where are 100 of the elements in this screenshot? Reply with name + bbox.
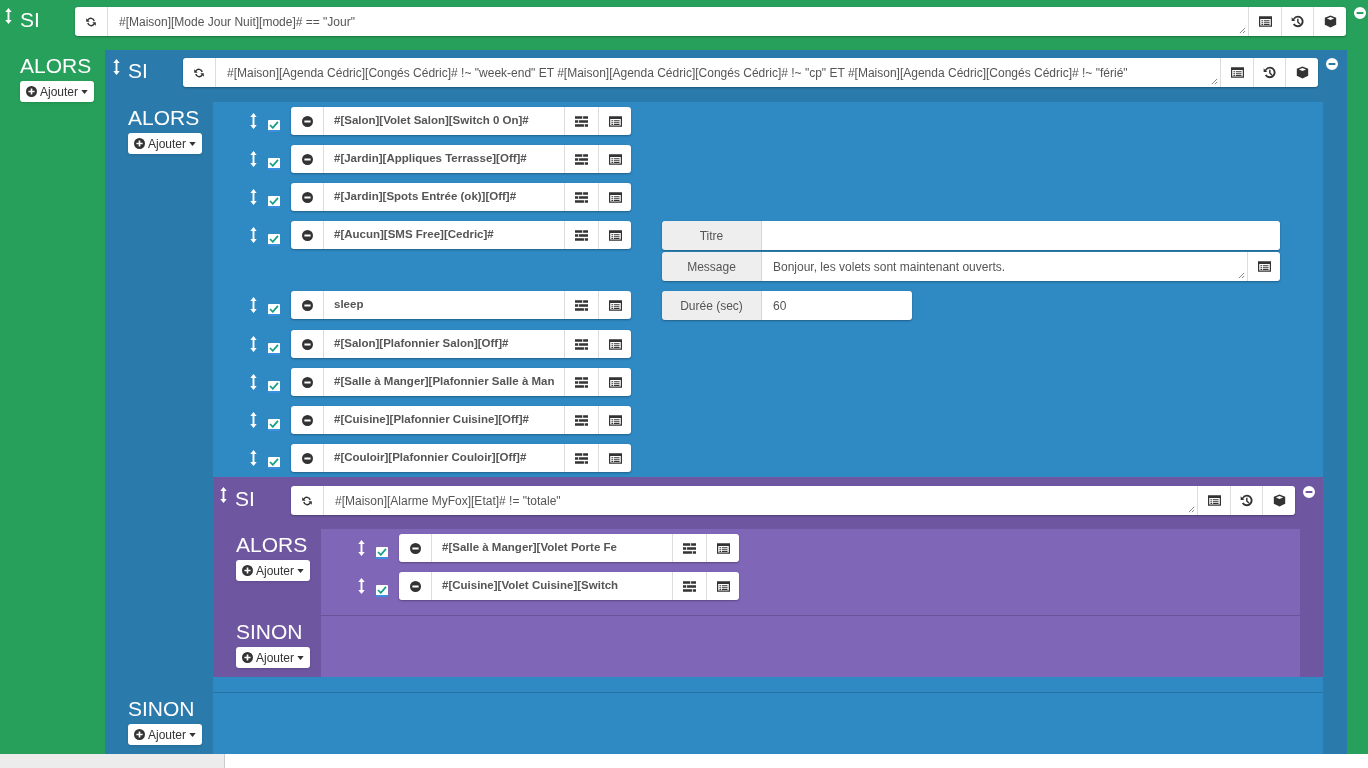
keyword-label: SI <box>235 486 255 512</box>
remove-button[interactable] <box>291 221 323 249</box>
checkbox[interactable] <box>268 381 280 393</box>
sliders-icon <box>575 452 588 464</box>
list-button[interactable] <box>598 330 631 358</box>
list-button[interactable] <box>1220 58 1253 87</box>
cube-button[interactable] <box>1285 58 1318 87</box>
options-button[interactable] <box>564 183 598 211</box>
history-button[interactable] <box>1230 486 1262 515</box>
list-icon <box>608 115 622 127</box>
command-field[interactable]: #[Jardin][Appliques Terrasse][Off]# <box>323 145 564 173</box>
list-button[interactable] <box>1247 252 1280 281</box>
remove-button[interactable] <box>291 291 323 319</box>
list-button[interactable] <box>1248 7 1281 36</box>
list-button[interactable] <box>598 107 631 135</box>
command-field[interactable]: #[Couloir][Plafonnier Couloir][Off]# <box>323 444 564 472</box>
list-icon <box>716 542 730 554</box>
sliders-icon <box>575 299 588 311</box>
history-icon <box>1240 494 1253 507</box>
resize-grip-icon <box>1211 78 1218 85</box>
checkbox[interactable] <box>268 196 280 208</box>
list-button[interactable] <box>598 221 631 249</box>
options-button[interactable] <box>564 330 598 358</box>
sliders-icon <box>575 115 588 127</box>
checkbox[interactable] <box>268 120 280 132</box>
list-button[interactable] <box>598 444 631 472</box>
remove-button[interactable] <box>399 534 431 562</box>
remove-button[interactable] <box>291 107 323 135</box>
field-label: Message <box>662 252 762 281</box>
list-icon <box>1258 16 1272 27</box>
options-button[interactable] <box>564 291 598 319</box>
remove-button[interactable] <box>291 183 323 211</box>
command-field[interactable]: #[Salle à Manger][Volet Porte Fe <box>431 534 672 562</box>
list-button[interactable] <box>598 406 631 434</box>
checkbox[interactable] <box>268 457 280 469</box>
command-field[interactable]: #[Aucun][SMS Free][Cedric]# <box>323 221 564 249</box>
remove-button[interactable] <box>399 572 431 600</box>
checkbox[interactable] <box>268 419 280 431</box>
command-field[interactable]: #[Salon][Plafonnier Salon][Off]# <box>323 330 564 358</box>
history-button[interactable] <box>1253 58 1285 87</box>
checkbox[interactable] <box>268 158 280 170</box>
add-button[interactable]: Ajouter <box>128 724 203 745</box>
list-button[interactable] <box>598 145 631 173</box>
options-button[interactable] <box>564 145 598 173</box>
command-field[interactable]: #[Salon][Volet Salon][Switch 0 On]# <box>323 107 564 135</box>
cube-icon <box>1295 66 1309 79</box>
list-icon <box>608 414 622 426</box>
checkbox[interactable] <box>376 547 388 559</box>
options-button[interactable] <box>564 368 598 396</box>
list-button[interactable] <box>598 183 631 211</box>
options-button[interactable] <box>564 107 598 135</box>
remove-button[interactable] <box>291 406 323 434</box>
add-button[interactable]: Ajouter <box>128 133 203 154</box>
command-field[interactable]: #[Cuisine][Plafonnier Cuisine][Off]# <box>323 406 564 434</box>
add-button[interactable]: Ajouter <box>236 560 311 581</box>
cube-button[interactable] <box>1262 486 1295 515</box>
caret-icon <box>81 89 89 94</box>
remove-button[interactable] <box>291 368 323 396</box>
drag-handle-icon <box>358 540 365 556</box>
remove-button[interactable] <box>291 444 323 472</box>
checkbox[interactable] <box>268 234 280 246</box>
options-button[interactable] <box>564 444 598 472</box>
condition-field[interactable]: #[Maison][Mode Jour Nuit][mode]# == "Jour" <box>119 12 355 31</box>
command-field[interactable]: #[Cuisine][Volet Cuisine][Switch <box>431 572 672 600</box>
options-button[interactable] <box>672 534 706 562</box>
drag-handle-icon <box>5 8 12 24</box>
history-icon <box>1291 15 1304 28</box>
remove-button[interactable] <box>291 330 323 358</box>
options-button[interactable] <box>564 406 598 434</box>
drag-handle-icon <box>250 151 257 167</box>
cube-button[interactable] <box>1313 7 1346 36</box>
refresh-button[interactable] <box>291 486 323 515</box>
command-field[interactable]: sleep <box>323 291 564 319</box>
list-icon <box>608 153 622 165</box>
add-button[interactable]: Ajouter <box>20 81 95 102</box>
list-button[interactable] <box>706 572 739 600</box>
refresh-button[interactable] <box>183 58 215 87</box>
list-button[interactable] <box>1197 486 1230 515</box>
drag-handle-icon <box>358 578 365 594</box>
message-field[interactable]: Bonjour, les volets sont maintenant ouverts. <box>762 252 1247 281</box>
history-button[interactable] <box>1281 7 1313 36</box>
options-button[interactable] <box>672 572 706 600</box>
options-button[interactable] <box>564 221 598 249</box>
command-field[interactable]: #[Salle à Manger][Plafonnier Salle à Man <box>323 368 564 396</box>
text-field[interactable]: 60 <box>762 291 912 320</box>
remove-button[interactable] <box>291 145 323 173</box>
condition-field[interactable]: #[Maison][Alarme MyFox][Etat]# != "totale" <box>335 491 561 510</box>
checkbox[interactable] <box>268 343 280 355</box>
refresh-button[interactable] <box>75 7 107 36</box>
command-field[interactable]: #[Jardin][Spots Entrée (ok)][Off]# <box>323 183 564 211</box>
sliders-icon <box>575 229 588 241</box>
checkbox[interactable] <box>376 585 388 597</box>
list-button[interactable] <box>706 534 739 562</box>
list-button[interactable] <box>598 291 631 319</box>
checkbox[interactable] <box>268 304 280 316</box>
add-button[interactable]: Ajouter <box>236 647 311 668</box>
keyword-label: SI <box>128 58 148 84</box>
refresh-icon <box>85 15 97 28</box>
text-field[interactable] <box>762 221 1280 250</box>
list-button[interactable] <box>598 368 631 396</box>
